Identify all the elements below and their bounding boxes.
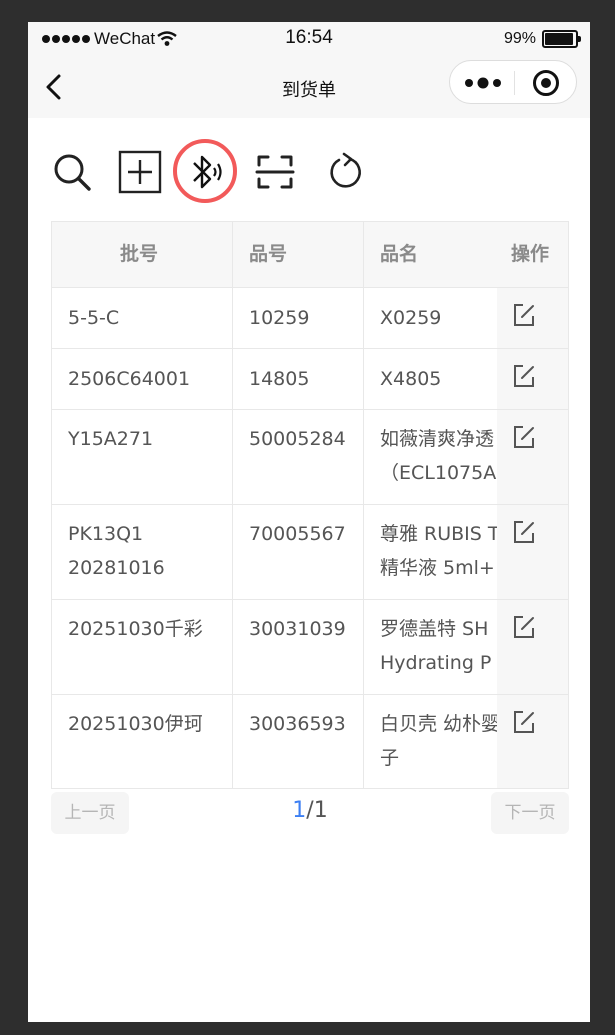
table-row[interactable]: 20251030伊珂 30036593 白贝壳 幼朴婴 子 <box>52 695 568 788</box>
mini-program-capsule <box>449 60 577 104</box>
cell-name-line: 如薇清爽净透 <box>380 428 495 450</box>
battery-icon <box>542 30 581 48</box>
nav-bar: 到货单 <box>28 56 590 118</box>
cell-code: 10259 <box>233 288 364 348</box>
refresh-icon <box>330 152 361 188</box>
more-dots-icon[interactable] <box>464 75 502 91</box>
cell-action <box>497 410 568 504</box>
cell-batch: 2506C64001 <box>52 349 233 409</box>
cell-batch-line: PK13Q1 <box>68 523 144 545</box>
edit-icon[interactable] <box>511 302 537 328</box>
cell-batch: Y15A271 <box>52 410 233 504</box>
header-code: 品号 <box>233 222 364 287</box>
edit-icon[interactable] <box>511 614 537 640</box>
cell-name: 罗德盖特 SH Hydrating P <box>364 600 497 694</box>
scan-button[interactable] <box>253 150 297 194</box>
table-row[interactable]: 20251030千彩 30031039 罗德盖特 SH Hydrating P <box>52 600 568 695</box>
scan-icon <box>255 155 295 189</box>
table-header: 批号 品号 品名 操作 <box>52 222 568 288</box>
cell-action <box>497 505 568 599</box>
cell-batch-line: 20281016 <box>68 557 165 579</box>
cell-name: 如薇清爽净透 （ECL1075A <box>364 410 497 504</box>
table-row[interactable]: 2506C64001 14805 X4805 <box>52 349 568 410</box>
cell-name-line: 白贝壳 幼朴婴 <box>380 713 497 735</box>
header-name: 品名 <box>380 243 419 265</box>
pagination: 上一页 1/1 下一页 <box>51 790 569 836</box>
search-button[interactable] <box>50 150 94 194</box>
edit-icon[interactable] <box>511 709 537 735</box>
cell-name-line: 精华液 5ml+ <box>380 557 495 579</box>
current-page: 1 <box>292 798 307 823</box>
table-row[interactable]: PK13Q1 20281016 70005567 尊雅 RUBIS T 精华液 … <box>52 505 568 600</box>
cell-name-line: （ECL1075A <box>380 462 497 484</box>
edit-icon[interactable] <box>511 519 537 545</box>
next-page-button[interactable]: 下一页 <box>491 792 569 834</box>
status-bar: WeChat 16:54 99% <box>28 22 590 56</box>
plus-box-icon <box>118 150 162 194</box>
cell-name: 白贝壳 幼朴婴 子 <box>364 695 497 788</box>
bluetooth-button[interactable] <box>183 150 227 194</box>
cell-name-line: 子 <box>380 747 400 769</box>
battery-percent: 99% <box>503 30 536 47</box>
page-separator: / <box>306 798 314 823</box>
table-row[interactable]: 5-5-C 10259 X0259 <box>52 288 568 349</box>
cell-batch: 20251030千彩 <box>52 600 233 694</box>
cell-name: X4805 <box>380 368 442 390</box>
cell-action <box>497 600 568 694</box>
cell-batch: 20251030伊珂 <box>52 695 233 788</box>
cell-action <box>497 695 568 788</box>
edit-icon[interactable] <box>511 363 537 389</box>
search-icon <box>54 154 91 191</box>
bluetooth-icon <box>193 155 222 189</box>
refresh-button[interactable] <box>324 150 368 194</box>
cell-batch: PK13Q1 20281016 <box>52 505 233 599</box>
header-action: 操作 <box>497 222 568 287</box>
cell-name-line: 罗德盖特 SH <box>380 618 489 640</box>
total-pages: 1 <box>313 798 328 823</box>
cell-name: 尊雅 RUBIS T 精华液 5ml+ <box>364 505 497 599</box>
edit-icon[interactable] <box>511 424 537 450</box>
cell-name-line: Hydrating P <box>380 652 492 674</box>
cell-action <box>497 288 568 348</box>
cell-name-line: 尊雅 RUBIS T <box>380 523 497 545</box>
toolbar <box>28 142 590 202</box>
cell-code: 50005284 <box>233 410 364 504</box>
cell-code: 30031039 <box>233 600 364 694</box>
cell-action <box>497 349 568 409</box>
add-button[interactable] <box>118 150 162 194</box>
battery-status: 99% <box>503 30 581 48</box>
table-row[interactable]: Y15A271 50005284 如薇清爽净透 （ECL1075A <box>52 410 568 505</box>
cell-name: X0259 <box>380 307 442 329</box>
cell-batch: 5-5-C <box>52 288 233 348</box>
cell-code: 70005567 <box>233 505 364 599</box>
phone-screen: WeChat 16:54 99% 到货单 批号 品号 品名 操作 5-5-C 1… <box>28 22 590 1022</box>
cell-code: 14805 <box>233 349 364 409</box>
cell-code: 30036593 <box>233 695 364 788</box>
header-batch: 批号 <box>52 222 233 287</box>
capsule-divider <box>514 71 515 95</box>
target-circle-icon[interactable] <box>532 69 560 97</box>
arrival-table: 批号 品号 品名 操作 5-5-C 10259 X0259 2506C64001… <box>51 221 569 789</box>
